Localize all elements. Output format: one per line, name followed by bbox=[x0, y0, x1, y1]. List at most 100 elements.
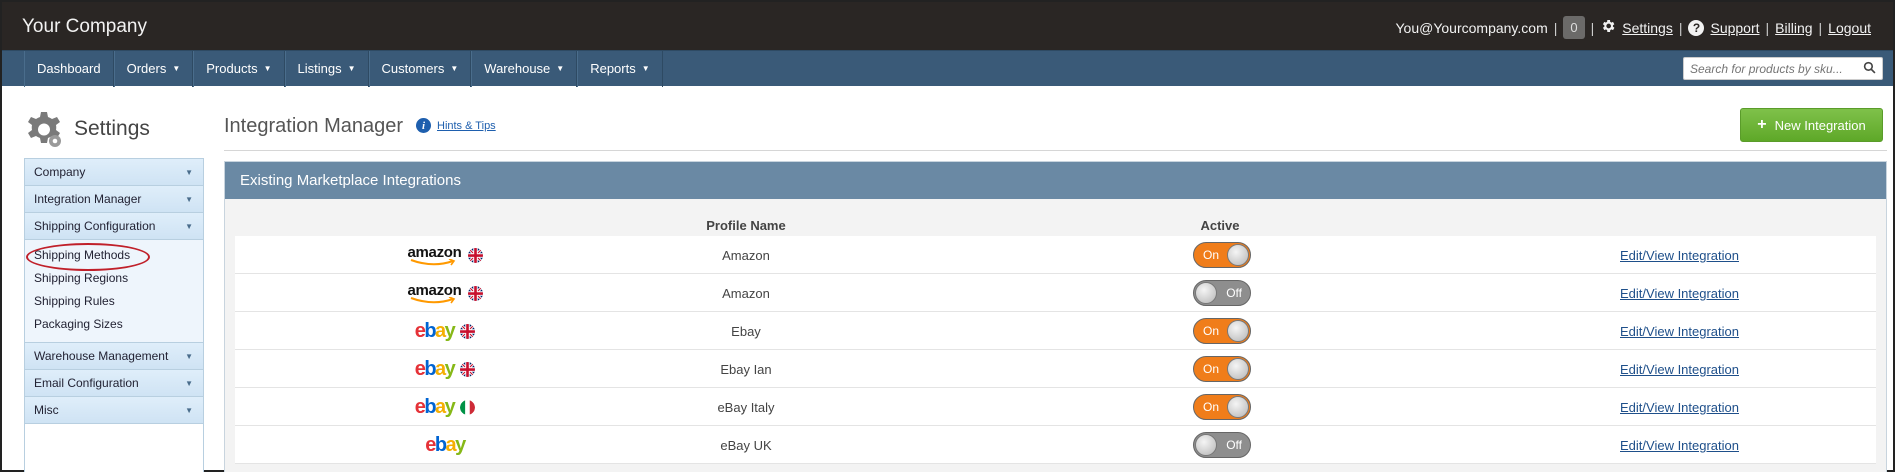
link-cell: Edit/View Integration bbox=[1620, 286, 1739, 301]
page-title: Integration Manager bbox=[224, 115, 404, 137]
title-divider bbox=[224, 150, 1887, 151]
toggle-knob bbox=[1227, 396, 1249, 418]
link-cell: Edit/View Integration bbox=[1620, 248, 1739, 263]
triangle-down-icon: ▼ bbox=[185, 379, 193, 388]
link-cell: Edit/View Integration bbox=[1620, 362, 1739, 377]
nav-item-label: Listings bbox=[297, 61, 342, 76]
toggle-knob bbox=[1195, 282, 1217, 304]
settings-heading: Settings bbox=[24, 110, 150, 148]
sidebar-group-label: Warehouse Management bbox=[34, 349, 169, 363]
notification-badge[interactable]: 0 bbox=[1563, 16, 1585, 39]
nav-item-label: Dashboard bbox=[37, 61, 101, 76]
active-toggle[interactable]: Off bbox=[1193, 432, 1251, 458]
panel-title: Existing Marketplace Integrations bbox=[225, 162, 1886, 199]
active-cell: Off bbox=[1193, 280, 1251, 306]
table-header: Profile Name Active bbox=[235, 214, 1876, 236]
new-integration-button[interactable]: + New Integration bbox=[1740, 108, 1883, 142]
active-cell: On bbox=[1193, 242, 1251, 268]
table-row: ebay eBay UK Off Edit/View Integration bbox=[235, 426, 1876, 464]
nav-item-products[interactable]: Products ▼ bbox=[193, 51, 285, 87]
active-toggle[interactable]: On bbox=[1193, 242, 1251, 268]
active-toggle[interactable]: On bbox=[1193, 356, 1251, 382]
ebay-logo: ebay bbox=[425, 433, 466, 456]
table-row: ebay Ebay On Edit/View Integration bbox=[235, 312, 1876, 350]
edit-view-integration-link[interactable]: Edit/View Integration bbox=[1620, 438, 1739, 453]
nav-item-listings[interactable]: Listings ▼ bbox=[284, 51, 369, 87]
table-row: ebay Ebay Ian On Edit/View Integration bbox=[235, 350, 1876, 388]
settings-link[interactable]: Settings bbox=[1622, 20, 1673, 36]
toggle-knob bbox=[1227, 320, 1249, 342]
triangle-down-icon: ▼ bbox=[185, 195, 193, 204]
triangle-down-icon: ▼ bbox=[185, 168, 193, 177]
nav-item-label: Reports bbox=[590, 61, 636, 76]
sidebar-group-integration-manager[interactable]: Integration Manager ▼ bbox=[25, 186, 203, 213]
toggle-label: On bbox=[1203, 324, 1220, 338]
sidebar-group-company[interactable]: Company ▼ bbox=[25, 159, 203, 186]
settings-gear-icon bbox=[24, 110, 62, 148]
active-toggle[interactable]: On bbox=[1193, 318, 1251, 344]
brand-name[interactable]: Your Company bbox=[22, 16, 147, 38]
sidebar-group-misc[interactable]: Misc ▼ bbox=[25, 397, 203, 424]
logout-link[interactable]: Logout bbox=[1828, 20, 1871, 36]
marketplace-cell: ebay bbox=[385, 312, 505, 350]
edit-view-integration-link[interactable]: Edit/View Integration bbox=[1620, 324, 1739, 339]
caret-down-icon: ▼ bbox=[641, 64, 650, 73]
active-toggle[interactable]: Off bbox=[1193, 280, 1251, 306]
nav-item-reports[interactable]: Reports ▼ bbox=[577, 51, 663, 87]
nav-item-label: Orders bbox=[126, 61, 167, 76]
sidebar-item-shipping-methods[interactable]: Shipping Methods bbox=[25, 243, 203, 271]
support-link[interactable]: Support bbox=[1710, 20, 1759, 36]
sidebar-group-label: Email Configuration bbox=[34, 376, 139, 390]
hints-tips-link[interactable]: Hints & Tips bbox=[437, 120, 496, 132]
toggle-label: On bbox=[1203, 362, 1220, 376]
active-cell: On bbox=[1193, 356, 1251, 382]
triangle-down-icon: ▼ bbox=[185, 406, 193, 415]
sidebar-item-shipping-rules[interactable]: Shipping Rules bbox=[25, 290, 203, 313]
sidebar-group-warehouse-management[interactable]: Warehouse Management ▼ bbox=[25, 343, 203, 370]
edit-view-integration-link[interactable]: Edit/View Integration bbox=[1620, 400, 1739, 415]
marketplace-cell: ebay bbox=[385, 350, 505, 388]
table-row: amazon Amazon On Edit/View Integration bbox=[235, 236, 1876, 274]
nav-item-dashboard[interactable]: Dashboard bbox=[24, 51, 114, 87]
edit-view-integration-link[interactable]: Edit/View Integration bbox=[1620, 286, 1739, 301]
edit-view-integration-link[interactable]: Edit/View Integration bbox=[1620, 362, 1739, 377]
gear-icon bbox=[1600, 18, 1616, 37]
search-icon[interactable] bbox=[1863, 61, 1876, 77]
active-toggle[interactable]: On bbox=[1193, 394, 1251, 420]
sidebar-item-shipping-regions[interactable]: Shipping Regions bbox=[25, 267, 203, 290]
nav-item-label: Warehouse bbox=[484, 61, 551, 76]
profile-name: Ebay Ian bbox=[720, 362, 772, 377]
hints-tips: i Hints & Tips bbox=[416, 118, 496, 133]
nav-item-warehouse[interactable]: Warehouse ▼ bbox=[471, 51, 578, 87]
sidebar-item-packaging-sizes[interactable]: Packaging Sizes bbox=[25, 313, 203, 336]
plus-icon: + bbox=[1757, 116, 1767, 133]
nav-item-customers[interactable]: Customers ▼ bbox=[368, 51, 472, 87]
table-body: amazon Amazon On Edit/View Integration amazo… bbox=[235, 236, 1876, 464]
user-email: You@Yourcompany.com bbox=[1395, 19, 1548, 36]
billing-link[interactable]: Billing bbox=[1775, 20, 1812, 36]
sidebar-group-shipping-configuration[interactable]: Shipping Configuration ▼ bbox=[25, 213, 203, 240]
triangle-down-icon: ▼ bbox=[185, 352, 193, 361]
flag-uk-icon bbox=[460, 361, 476, 377]
main-nav: Dashboard Orders ▼ Products ▼ Listings ▼ Custom… bbox=[2, 50, 1893, 87]
profile-name: Amazon bbox=[722, 286, 770, 301]
edit-view-integration-link[interactable]: Edit/View Integration bbox=[1620, 248, 1739, 263]
link-cell: Edit/View Integration bbox=[1620, 400, 1739, 415]
sidebar-group-label: Integration Manager bbox=[34, 192, 142, 206]
product-search bbox=[1683, 57, 1883, 80]
profile-name: Amazon bbox=[722, 248, 770, 263]
info-icon: i bbox=[416, 118, 431, 133]
flag-it-icon bbox=[460, 399, 476, 415]
profile-name: Ebay bbox=[731, 324, 761, 339]
nav-item-orders[interactable]: Orders ▼ bbox=[113, 51, 194, 87]
profile-name: eBay UK bbox=[720, 438, 772, 453]
toggle-knob bbox=[1227, 358, 1249, 380]
column-header-profile: Profile Name bbox=[706, 218, 786, 233]
user-bar: You@Yourcompany.com | 0 | Settings | ? S… bbox=[1395, 16, 1871, 39]
search-input[interactable] bbox=[1684, 58, 1854, 79]
link-cell: Edit/View Integration bbox=[1620, 438, 1739, 453]
integrations-panel: Existing Marketplace Integrations Profil… bbox=[224, 161, 1887, 472]
caret-down-icon: ▼ bbox=[172, 64, 181, 73]
sidebar-group-email-configuration[interactable]: Email Configuration ▼ bbox=[25, 370, 203, 397]
caret-down-icon: ▼ bbox=[556, 64, 565, 73]
